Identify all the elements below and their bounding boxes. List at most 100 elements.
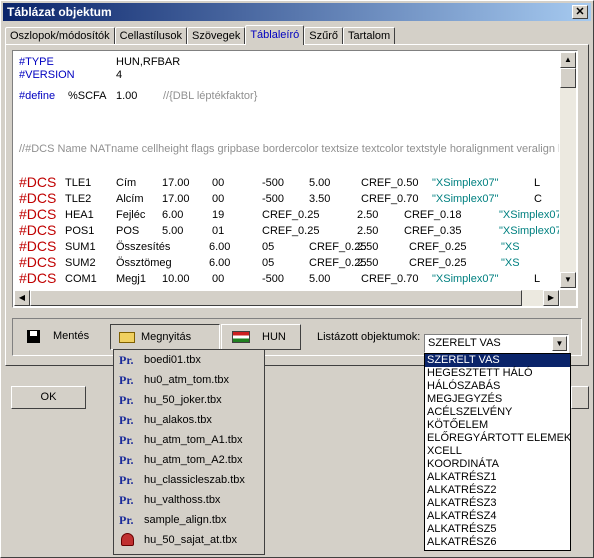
tab-strip: Oszlopok/módosítók Cellastílusok Szövege… [5,25,396,45]
version-value: 4 [116,69,123,81]
dcs-cell: "XS [501,257,520,269]
dcs-tag: #DCS [19,270,57,286]
dcs-cell: 2.50 [357,209,379,221]
scroll-up-arrow-icon[interactable]: ▲ [560,52,576,68]
table-object-dialog: Táblázat objektum ✕ Oszlopok/módosítók C… [0,0,594,558]
descriptor-editor[interactable]: #TYPE HUN,RFBAR #VERSION 4 #define %SCFA… [12,50,578,308]
dcs-cell: Megj2 [116,287,146,288]
folder-open-icon [119,332,135,343]
dropdown-option[interactable]: ALKATRÉSZ4 [425,510,570,523]
file-menu-item[interactable]: hu_50_sajat_at.tbx [114,530,264,550]
tab-contents[interactable]: Tartalom [343,27,396,45]
ok-button[interactable]: OK [11,386,86,409]
dcs-cell: 2.00 [309,287,330,288]
file-menu-item[interactable]: Pr. hu_classicleszab.tbx [114,470,264,490]
dropdown-option[interactable]: MEGJEGYZÉS [425,393,570,406]
comment-line: //#DCS Name NATname cellheight flags gri… [19,143,559,155]
define-value: 1.00 [116,90,138,102]
dropdown-option[interactable]: KÖTŐELEM [425,419,570,432]
file-name: sample_align.tbx [144,514,227,526]
tab-panel: #TYPE HUN,RFBAR #VERSION 4 #define %SCFA… [5,44,589,366]
dcs-cell: CREF_0.50 [361,177,419,189]
dropdown-option[interactable]: HÁLÓSZABÁS [425,380,570,393]
dropdown-option[interactable]: SZERELT VAS [425,354,570,367]
dcs-cell: COM1 [65,273,97,285]
dropdown-option[interactable]: ALKATRÉSZ5 [425,523,570,536]
tab-filter[interactable]: Szűrő [304,27,343,45]
dcs-cell: CREF_0.70 [361,273,419,285]
dcs-cell: 00 [212,287,224,288]
pr-file-icon: Pr. [119,393,134,407]
dcs-cell: CREF_0.70 [361,193,419,205]
pr-file-icon: Pr. [119,453,134,467]
object-type-dropdown: SZERELT VAS HEGESZTETT HÁLÓ HÁLÓSZABÁS MEGJ… [424,353,571,551]
dcs-cell: 00 [212,273,225,285]
open-file-menu: Pr. boedi01.tbx Pr. hu0_atm_tom.tbx Pr. hu_50… [113,349,265,555]
scroll-right-arrow-icon[interactable]: ▶ [543,290,559,306]
dcs-cell: 6.00 [209,257,231,269]
dcs-cell: POS1 [65,225,95,237]
file-name: hu_atm_tom_A1.tbx [144,434,243,446]
dropdown-option[interactable]: ELŐREGYÁRTOTT ELEMEK [425,432,570,445]
dropdown-option[interactable]: ALKATRÉSZ2 [425,484,570,497]
file-menu-item[interactable]: Pr. boedi01.tbx [114,350,264,370]
file-menu-item[interactable]: Pr. sample_align.tbx [114,510,264,530]
tab-columns-modifiers[interactable]: Oszlopok/módosítók [5,27,115,45]
vertical-scrollbar[interactable]: ▲ ▼ [560,52,576,288]
file-menu-item[interactable]: Pr. hu_valthoss.tbx [114,490,264,510]
object-type-select[interactable]: SZERELT VAS ▼ [424,334,569,353]
scroll-left-arrow-icon[interactable]: ◀ [14,290,30,306]
dcs-cell: CREF_0.25 [409,241,467,253]
dropdown-option[interactable]: XCELL [425,445,570,458]
dcs-cell: Összesítés [116,241,171,253]
partial-button[interactable] [571,386,589,409]
file-menu-item[interactable]: Pr. hu0_atm_tom.tbx [114,370,264,390]
window-title: Táblázat objektum [7,5,112,19]
dcs-cell: 5.00 [309,273,331,285]
tab-texts[interactable]: Szövegek [187,27,246,45]
dcs-cell: 2.50 [357,241,379,253]
dcs-cell: "XSimplex07" [499,209,559,221]
horizontal-scroll-thumb[interactable] [30,290,522,306]
dcs-cell: Megj1 [116,273,146,285]
dcs-cell: 5.00 [309,177,331,189]
dropdown-option[interactable]: KOORDINÁTA [425,458,570,471]
horizontal-scrollbar[interactable]: ◀ ▶ [14,290,559,306]
file-menu-item[interactable]: Pr. hu_alakos.tbx [114,410,264,430]
file-menu-item[interactable]: Pr. hu_atm_tom_A2.tbx [114,450,264,470]
scroll-down-arrow-icon[interactable]: ▼ [560,272,576,288]
chevron-down-icon[interactable]: ▼ [552,336,567,351]
save-label: Mentés [53,330,90,342]
tab-table-descriptor[interactable]: Táblaleíró [245,25,305,45]
dropdown-option[interactable]: ALKATRÉSZ3 [425,497,570,510]
dcs-cell: 5.00 [162,287,183,288]
file-menu-item[interactable]: Pr. hu_50_joker.tbx [114,390,264,410]
title-bar: Táblázat objektum ✕ [3,3,591,21]
dropdown-option[interactable]: HEGESZTETT HÁLÓ [425,367,570,380]
dcs-cell: -500 [262,193,285,205]
dcs-cell: Alcím [116,193,144,205]
dcs-tag: #DCS [19,222,57,238]
open-button[interactable]: Megnyitás [110,324,220,350]
save-button[interactable]: Mentés [19,324,109,350]
file-name: hu_classicleszab.tbx [144,474,245,486]
file-name: hu_valthoss.tbx [144,494,221,506]
dropdown-option[interactable]: ALKATRÉSZ6 [425,536,570,549]
dropdown-option[interactable]: ACÉLSZELVÉNY [425,406,570,419]
pr-file-icon: Pr. [119,433,134,447]
dropdown-option[interactable]: ALKATRÉSZ1 [425,471,570,484]
dcs-cell: CREF_0.35 [404,225,462,237]
dcs-cell: "XSimplex07" [432,273,499,285]
tab-cell-styles[interactable]: Cellastílusok [114,27,188,45]
pr-file-icon: Pr. [119,353,134,367]
vertical-scroll-thumb[interactable] [560,68,576,88]
language-button[interactable]: HUN [221,324,301,350]
dcs-cell: 17.00 [162,177,190,189]
close-button[interactable]: ✕ [572,5,588,19]
file-menu-item[interactable]: Pr. hu_atm_tom_A1.tbx [114,430,264,450]
code-area[interactable]: #TYPE HUN,RFBAR #VERSION 4 #define %SCFA… [14,52,559,288]
dcs-cell: 2.50 [357,257,379,269]
dcs-cell: 6.00 [209,241,231,253]
dcs-cell: SUM1 [65,241,96,253]
dcs-cell: "XSimplex07" [432,287,499,288]
